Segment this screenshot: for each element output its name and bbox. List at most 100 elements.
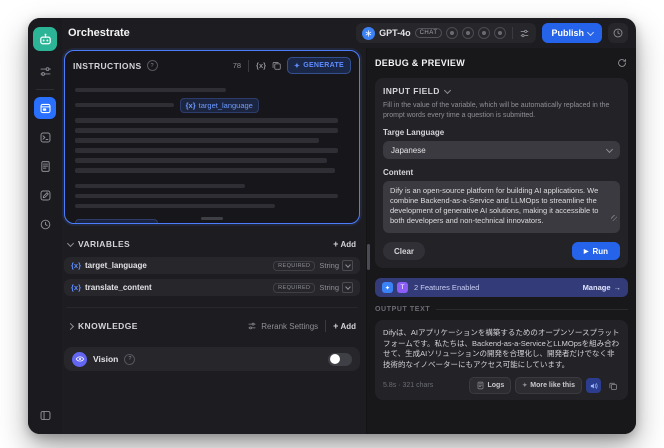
logs-button[interactable]: Logs — [468, 377, 512, 394]
scrollbar-thumb[interactable] — [367, 244, 370, 270]
help-icon: ? — [124, 353, 136, 365]
variable-icon: {x} — [71, 261, 82, 270]
rail-item-orchestrate[interactable] — [34, 97, 56, 119]
content-area: INSTRUCTIONS ? 78 {x} ✦ GENERATE {x} tar… — [62, 48, 636, 434]
copy-icon[interactable] — [605, 378, 620, 393]
refresh-icon[interactable] — [616, 57, 628, 69]
manage-label: Manage — [582, 283, 611, 292]
variable-chip-target-language[interactable]: {x} target_language — [179, 97, 259, 113]
screenshot-stage: Orchestrate GPT-4o CHAT Publish INSTRUCT… — [0, 0, 664, 448]
capability-badge-icon — [478, 27, 491, 39]
resize-drag-handle[interactable] — [201, 217, 223, 220]
arrow-right-icon: → — [613, 283, 622, 292]
features-enabled-bar[interactable]: ✦ T 2 Features Enabled Manage → — [375, 278, 628, 297]
instructions-body[interactable]: {x} target_language — [65, 78, 359, 223]
redacted-text-line — [75, 183, 245, 188]
textarea-resize-grip[interactable] — [611, 215, 617, 221]
logs-label: Logs — [487, 382, 505, 389]
variable-icon: {x} — [185, 100, 196, 110]
redacted-text-line — [75, 128, 339, 133]
play-icon: ▶ — [583, 248, 589, 255]
capability-badge-icon — [494, 27, 507, 39]
redacted-text-line — [75, 203, 276, 208]
variable-type-dropdown[interactable]: String — [319, 260, 353, 271]
redacted-text-line — [75, 87, 226, 92]
version-history-button[interactable] — [608, 23, 628, 43]
header-divider — [248, 59, 250, 72]
vision-eye-icon — [72, 351, 87, 367]
language-select-value: Japanese — [391, 145, 426, 155]
type-dropdown-icon — [342, 260, 353, 271]
required-badge: REQUIRED — [273, 260, 316, 271]
variable-type-label: String — [319, 261, 339, 270]
input-field-header[interactable]: INPUT FIELD — [383, 86, 620, 96]
insert-variable-icon[interactable]: {x} — [256, 61, 266, 70]
redacted-text-line — [75, 102, 174, 108]
speaker-icon[interactable] — [586, 378, 601, 393]
variable-chip-label: target_language — [198, 100, 253, 110]
instructions-editor[interactable]: INSTRUCTIONS ? 78 {x} ✦ GENERATE {x} tar… — [64, 50, 360, 224]
openai-model-icon — [362, 26, 376, 40]
manage-features-button[interactable]: Manage → — [583, 283, 621, 292]
generate-label: GENERATE — [303, 62, 344, 69]
app-logo-robot-icon[interactable] — [33, 27, 57, 51]
redacted-text-line — [75, 168, 336, 173]
variable-icon: {x} — [71, 283, 82, 292]
generate-button[interactable]: ✦ GENERATE — [287, 57, 351, 74]
output-card: Difyは、AIアプリケーションを構築するためのオープンソースプラットフォームで… — [375, 320, 628, 400]
content-field-label: Content — [383, 168, 414, 177]
output-meta: 5.8s · 321 chars — [383, 382, 434, 389]
language-field-label: Targe Language — [383, 128, 445, 137]
variable-chip-label: translate_content — [94, 222, 152, 223]
debug-title: DEBUG & PREVIEW — [375, 58, 466, 68]
rail-item-api-access[interactable] — [34, 126, 56, 148]
add-knowledge-button[interactable]: + Add — [333, 322, 356, 331]
vision-toggle[interactable] — [328, 352, 352, 366]
more-like-this-label: More like this — [530, 382, 575, 389]
variable-type-dropdown[interactable]: String — [319, 282, 353, 293]
add-variable-button[interactable]: + Add — [333, 240, 356, 249]
knowledge-header[interactable]: KNOWLEDGE Rerank Settings + Add — [64, 318, 360, 334]
page-title: Orchestrate — [68, 27, 130, 39]
add-label: Add — [340, 239, 356, 249]
rerank-settings-button[interactable]: Rerank Settings — [247, 321, 318, 331]
rail-item-history-clock-icon[interactable] — [34, 213, 56, 235]
variable-row-translate-content[interactable]: {x} translate_content REQUIRED String — [64, 279, 360, 296]
variable-row-target-language[interactable]: {x} target_language REQUIRED String — [64, 257, 360, 274]
debug-header: DEBUG & PREVIEW — [375, 56, 628, 70]
feature-sparkle-icon: ✦ — [382, 282, 393, 293]
vision-label: Vision — [93, 354, 119, 364]
run-button[interactable]: ▶ Run — [571, 242, 620, 260]
variable-name: target_language — [85, 261, 147, 270]
variable-name: translate_content — [85, 283, 152, 292]
capability-badge-icon — [446, 27, 459, 39]
type-dropdown-icon — [342, 282, 353, 293]
clear-button[interactable]: Clear — [383, 242, 426, 260]
run-label: Run — [592, 246, 608, 256]
model-selector[interactable]: GPT-4o CHAT — [356, 23, 537, 43]
collapse-panel-icon[interactable] — [34, 404, 56, 426]
variables-header[interactable]: VARIABLES + Add — [64, 236, 360, 252]
variable-chip-translate-content[interactable]: {x} translate_content — [75, 219, 158, 223]
more-like-this-button[interactable]: ✦ More like this — [515, 377, 582, 394]
vision-feature-row: Vision ? — [64, 347, 360, 371]
instructions-title: INSTRUCTIONS — [73, 60, 142, 71]
rerank-label: Rerank Settings — [261, 321, 319, 331]
rail-item-logs[interactable] — [34, 155, 56, 177]
rail-item-annotation[interactable] — [34, 184, 56, 206]
language-select[interactable]: Japanese — [383, 141, 620, 159]
publish-label: Publish — [551, 28, 584, 38]
model-params-sliders-icon[interactable] — [519, 28, 530, 39]
variable-type-label: String — [319, 283, 339, 292]
copy-icon[interactable] — [271, 60, 282, 71]
publish-button[interactable]: Publish — [542, 23, 602, 43]
section-divider — [66, 307, 358, 308]
output-footer: 5.8s · 321 chars Logs ✦ More like this — [383, 377, 620, 394]
redacted-text-line — [75, 138, 319, 143]
content-textarea[interactable]: Dify is an open-source platform for buil… — [383, 181, 620, 233]
tune-sliders-icon[interactable] — [34, 60, 56, 82]
orchestrate-pane: INSTRUCTIONS ? 78 {x} ✦ GENERATE {x} tar… — [62, 48, 366, 434]
form-actions: Clear ▶ Run — [383, 242, 620, 260]
add-label: Add — [340, 321, 356, 331]
topbar: Orchestrate GPT-4o CHAT Publish — [62, 18, 636, 48]
